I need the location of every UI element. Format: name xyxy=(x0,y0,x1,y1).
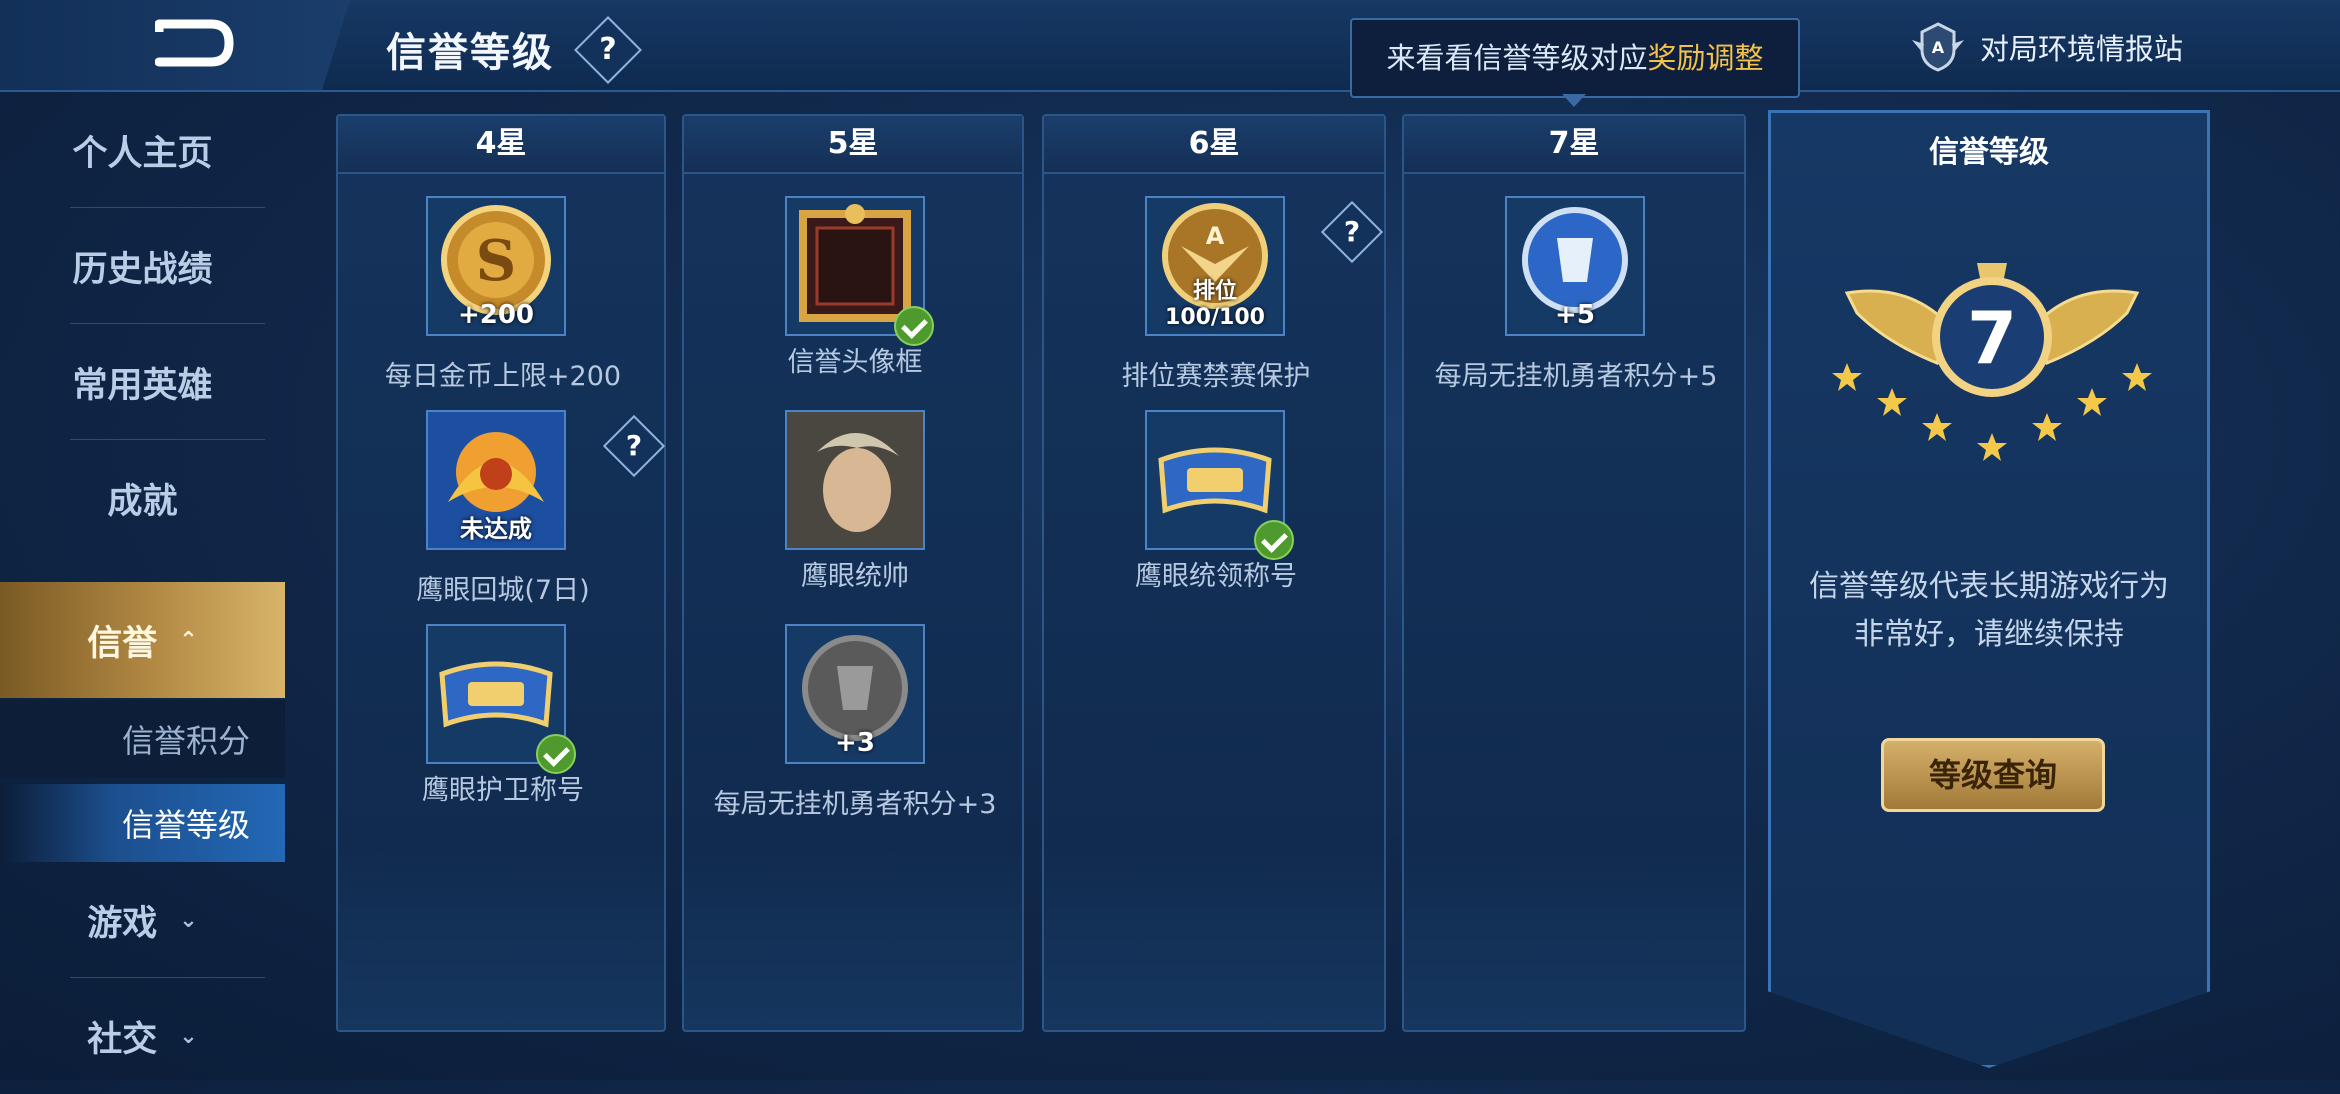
reward-adjust-tooltip[interactable]: 来看看信誉等级对应奖励调整 xyxy=(1350,18,1800,98)
sidebar-sub-label: 信誉积分 xyxy=(122,722,251,760)
reward-hero-points-3[interactable]: +3 xyxy=(785,624,925,764)
column-title: 4星 xyxy=(338,116,664,174)
reward-caption: 每局无挂机勇者积分+5 xyxy=(1434,361,1718,392)
reward-hero-points-5[interactable]: +5 xyxy=(1505,196,1645,336)
sidebar-item-game[interactable]: 游戏 ⌄ xyxy=(0,862,285,978)
sidebar-item-social[interactable]: 社交 ⌄ xyxy=(0,978,285,1094)
sidebar-item-label: 成就 xyxy=(107,481,178,522)
chevron-down-icon: ⌄ xyxy=(179,907,198,933)
svg-text:A: A xyxy=(1206,222,1225,250)
reward-column-5star: 5星 信誉头像框 鹰眼统帅 +3 每局无挂机勇者积分+3 xyxy=(682,114,1024,1032)
tooltip-text: 来看看信誉等级对应 xyxy=(1386,41,1648,75)
reward-gold-limit[interactable]: S +200 xyxy=(426,196,566,336)
report-link-label: 对局环境情报站 xyxy=(1980,32,2184,66)
tooltip-arrow xyxy=(1562,94,1586,107)
reward-caption: 每局无挂机勇者积分+3 xyxy=(713,789,997,820)
sidebar-sub-credit-points[interactable]: 信誉积分 xyxy=(0,700,285,778)
credit-level-panel: 信誉等级 7 信誉等级代表长期游戏行为 非常好，请继续保持 等级查询 xyxy=(1768,110,2210,1068)
chevron-up-icon: ⌃ xyxy=(179,627,198,653)
sidebar-item-label: 游戏 xyxy=(87,903,158,944)
help-icon: ? xyxy=(1343,215,1361,248)
reward-caption: 每日金币上限+200 xyxy=(384,361,622,392)
sidebar-item-label: 信誉 xyxy=(87,623,158,664)
sidebar-item-label: 历史战绩 xyxy=(72,249,213,290)
reward-caption: 排位赛禁赛保护 xyxy=(1121,361,1311,392)
help-icon: ? xyxy=(599,32,617,67)
sidebar-item-label: 常用英雄 xyxy=(72,365,213,406)
sidebar-item-heroes[interactable]: 常用英雄 xyxy=(0,324,285,440)
tooltip-highlight: 奖励调整 xyxy=(1647,41,1764,75)
reward-badge: 未达成 xyxy=(460,515,532,543)
credit-level-badge-icon: 7 xyxy=(1832,263,2152,461)
sidebar-item-credit[interactable]: 信誉 ⌃ xyxy=(0,582,285,698)
back-arrow-icon xyxy=(155,19,234,67)
reward-caption: 鹰眼统领称号 xyxy=(1135,561,1297,592)
sidebar-item-achievements[interactable]: 成就 xyxy=(0,440,285,556)
sidebar: 个人主页 历史战绩 常用英雄 成就 信誉 ⌃ 信誉积分 信誉等级 游戏 ⌄ 社交 ⌄ xyxy=(0,92,285,1080)
reward-caption: 鹰眼护卫称号 xyxy=(422,775,584,806)
reward-column-7star: 7星 +5 每局无挂机勇者积分+5 xyxy=(1402,114,1746,1032)
reward-badge: +5 xyxy=(1555,300,1595,330)
sidebar-item-label: 个人主页 xyxy=(72,133,213,174)
level-description-line: 信誉等级代表长期游戏行为 xyxy=(1809,569,2169,604)
help-icon: ? xyxy=(625,429,643,462)
reward-caption: 鹰眼回城(7日) xyxy=(416,575,590,606)
level-description-line: 非常好，请继续保持 xyxy=(1854,617,2124,652)
reward-eagle-commander[interactable] xyxy=(785,410,925,550)
column-title: 6星 xyxy=(1044,116,1384,174)
level-description: 信誉等级代表长期游戏行为 非常好，请继续保持 xyxy=(1771,563,2207,659)
help-button[interactable]: ? xyxy=(602,414,666,478)
reward-badge: +3 xyxy=(835,728,875,758)
reward-rank-protection[interactable]: A 排位100/100 xyxy=(1145,196,1285,336)
sidebar-sub-credit-level[interactable]: 信誉等级 xyxy=(0,784,285,862)
column-title: 7星 xyxy=(1404,116,1744,174)
back-button[interactable] xyxy=(0,0,350,90)
badge-emblem-icon: A xyxy=(1912,22,1964,72)
chevron-down-icon: ⌄ xyxy=(179,1023,198,1049)
reward-eagle-recall[interactable]: 未达成 xyxy=(426,410,566,550)
level-query-button[interactable]: 等级查询 xyxy=(1881,738,2105,812)
reward-column-6star: 6星 A 排位100/100 ? 排位赛禁赛保护 鹰眼统领称号 xyxy=(1042,114,1386,1032)
panel-title: 信誉等级 xyxy=(1929,135,2049,170)
sidebar-item-history[interactable]: 历史战绩 xyxy=(0,208,285,324)
reward-badge: +200 xyxy=(457,300,535,330)
sidebar-item-profile[interactable]: 个人主页 xyxy=(0,92,285,208)
level-number: 7 xyxy=(1967,296,2017,380)
sidebar-item-label: 社交 xyxy=(87,1019,158,1060)
svg-text:S: S xyxy=(476,228,516,294)
reward-caption: 信誉头像框 xyxy=(787,347,923,378)
column-title: 5星 xyxy=(684,116,1022,174)
hero-portrait-icon xyxy=(787,412,923,548)
svg-text:A: A xyxy=(1932,38,1945,57)
reward-column-4star: 4星 S +200 每日金币上限+200 未达成 ? 鹰眼回城(7日) 鹰眼护卫… xyxy=(336,114,666,1032)
help-button[interactable]: ? xyxy=(1320,200,1384,264)
sidebar-sub-label: 信誉等级 xyxy=(122,806,251,844)
reward-caption: 鹰眼统帅 xyxy=(801,561,909,592)
environment-report-link[interactable]: A 对局环境情报站 xyxy=(1910,22,2183,72)
reward-badge: 排位100/100 xyxy=(1165,279,1265,330)
page-title: 信誉等级 xyxy=(386,30,554,76)
